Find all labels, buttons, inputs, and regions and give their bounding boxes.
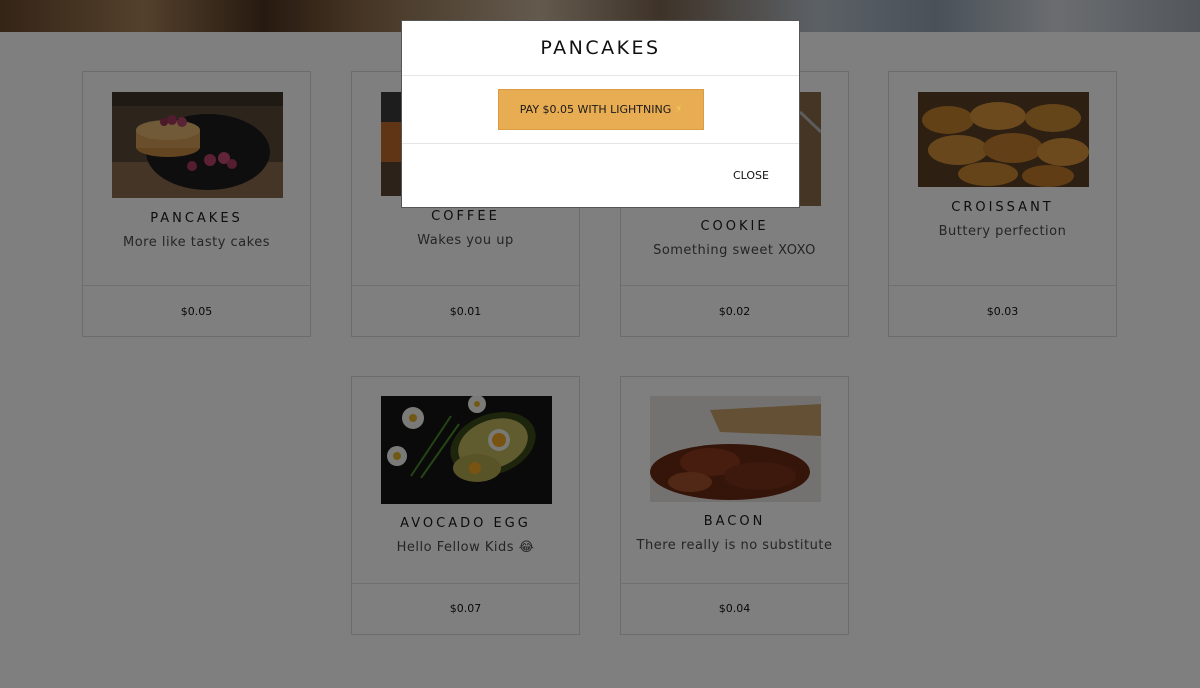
modal-footer-divider (402, 143, 799, 144)
modal-header-divider (402, 75, 799, 76)
pay-button-label: PAY $0.05 WITH LIGHTNING (519, 103, 672, 116)
payment-modal: PANCAKES PAY $0.05 WITH LIGHTNING ⚡ CLOS… (401, 20, 800, 208)
shop-page: PANCAKES More like tasty cakes $0.05 COF… (0, 0, 1200, 688)
close-button[interactable]: CLOSE (733, 169, 769, 182)
pay-with-lightning-button[interactable]: PAY $0.05 WITH LIGHTNING ⚡ (498, 89, 704, 130)
modal-title: PANCAKES (540, 37, 661, 59)
lightning-icon: ⚡ (675, 104, 683, 115)
